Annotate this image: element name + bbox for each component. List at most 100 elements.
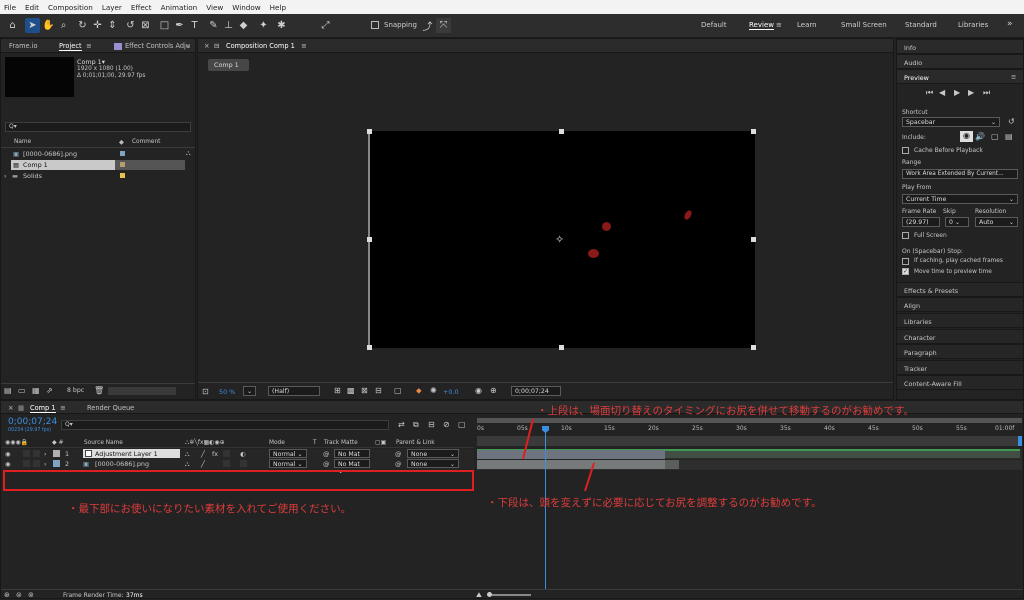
- timeline-current-time[interactable]: 0;00;07;24: [8, 417, 57, 427]
- full-screen-checkbox[interactable]: [902, 232, 909, 239]
- composition-panel-menu-icon[interactable]: ≡: [301, 42, 307, 50]
- parent-dropdown[interactable]: None ⌄: [407, 459, 459, 468]
- lock-icon[interactable]: ⊟: [214, 42, 220, 50]
- lock-toggle[interactable]: [33, 450, 40, 457]
- include-audio-icon[interactable]: 🔊: [975, 132, 985, 141]
- parent-pick-whip-icon[interactable]: @: [395, 460, 401, 468]
- zoom-value[interactable]: 50 %: [219, 388, 235, 396]
- menu-layer[interactable]: Layer: [102, 3, 122, 12]
- channel-icon[interactable]: ▢: [394, 386, 402, 395]
- label-color-swatch[interactable]: [120, 173, 125, 178]
- snap-edges-icon[interactable]: ⤧: [436, 18, 451, 33]
- project-panel-menu-icon[interactable]: ≡: [86, 42, 92, 50]
- track-matte-dropdown[interactable]: No Mat ⌄: [334, 449, 370, 465]
- grid-icon[interactable]: ⊟: [375, 386, 382, 395]
- zoom-dropdown[interactable]: ⌄: [243, 386, 256, 396]
- include-video-icon[interactable]: ◉: [960, 131, 973, 142]
- track-matte-dropdown[interactable]: No Mat ⌄: [334, 459, 370, 475]
- chevron-right-icon[interactable]: ›: [4, 172, 7, 180]
- shy-switch-icon[interactable]: ⛬: [185, 450, 189, 459]
- eraser-tool-icon[interactable]: ◆: [236, 18, 251, 33]
- visibility-eye-icon[interactable]: ◉: [5, 450, 11, 458]
- axis-mode-icon[interactable]: ⤢: [318, 18, 333, 33]
- timeline-menu-icon[interactable]: ≡: [60, 404, 66, 412]
- preview-panel-header[interactable]: Preview: [897, 69, 1023, 84]
- play-from-dropdown[interactable]: Current Time ⌄: [902, 194, 1018, 204]
- home-icon[interactable]: ⌂: [5, 18, 20, 33]
- adjustment-switch-icon[interactable]: ◐: [240, 450, 246, 458]
- menu-effect[interactable]: Effect: [131, 3, 152, 12]
- anchor-point-icon[interactable]: ⊠: [138, 18, 153, 33]
- thumbnail-size-slider[interactable]: [108, 387, 176, 395]
- menu-animation[interactable]: Animation: [161, 3, 198, 12]
- include-overlay-icon[interactable]: ▢: [991, 132, 999, 141]
- column-parent-link[interactable]: Parent & Link: [396, 440, 435, 446]
- toggle-modes-icon[interactable]: ⊚: [28, 591, 34, 599]
- next-frame-icon[interactable]: ▶︎: [968, 88, 974, 97]
- column-name[interactable]: Name: [14, 139, 31, 145]
- work-area-end-handle[interactable]: [1018, 436, 1022, 446]
- info-panel-header[interactable]: Info: [897, 39, 1023, 54]
- always-preview-icon[interactable]: ⊡: [202, 387, 209, 396]
- mode-dropdown[interactable]: Normal ⌄: [269, 459, 307, 468]
- solo-toggle[interactable]: [23, 460, 30, 467]
- tab-render-queue[interactable]: Render Queue: [87, 404, 134, 412]
- close-icon[interactable]: ×: [8, 404, 14, 412]
- column-t[interactable]: T: [313, 440, 317, 446]
- menu-edit[interactable]: Edit: [25, 3, 39, 12]
- character-header[interactable]: Character: [897, 329, 1023, 344]
- first-frame-icon[interactable]: ⏮: [926, 88, 933, 98]
- transform-handle[interactable]: [367, 129, 372, 134]
- paragraph-header[interactable]: Paragraph: [897, 344, 1023, 359]
- workspace-learn[interactable]: Learn: [797, 21, 817, 29]
- time-navigator[interactable]: [477, 418, 1022, 423]
- work-area-bar[interactable]: [477, 436, 1022, 446]
- lock-toggle[interactable]: [33, 460, 40, 467]
- draft-3d-icon[interactable]: ▢: [458, 420, 466, 429]
- resolution-preview-dropdown[interactable]: Auto ⌄: [975, 217, 1018, 227]
- color-management-icon[interactable]: ⬥: [416, 386, 422, 396]
- tab-effect-controls[interactable]: Effect Controls Adju: [125, 42, 190, 50]
- comp-subtab[interactable]: Comp 1: [208, 59, 249, 71]
- track-matte-icon[interactable]: @: [323, 450, 329, 458]
- label-color-swatch[interactable]: [53, 460, 60, 467]
- shy-switch-icon[interactable]: ⛬: [185, 460, 189, 469]
- transform-handle[interactable]: [559, 129, 564, 134]
- previous-frame-icon[interactable]: ◀︎: [939, 88, 945, 97]
- selection-tool-icon[interactable]: ➤: [25, 18, 40, 33]
- skip-dropdown[interactable]: 0 ⌄: [945, 217, 969, 227]
- reset-exposure-icon[interactable]: ✺: [430, 386, 437, 395]
- transform-handle[interactable]: [751, 237, 756, 242]
- delete-icon[interactable]: 🗑: [94, 386, 104, 395]
- flowchart-icon[interactable]: ⛬: [186, 149, 190, 158]
- chevron-right-icon[interactable]: ›: [44, 460, 47, 468]
- column-mode[interactable]: Mode: [269, 440, 285, 446]
- quality-switch-icon[interactable]: ╱: [201, 450, 205, 458]
- range-dropdown[interactable]: Work Area Extended By Current...: [902, 169, 1018, 179]
- bpc-button[interactable]: 8 bpc: [67, 387, 84, 394]
- mode-dropdown[interactable]: Normal ⌄: [269, 449, 307, 458]
- graph-editor-icon[interactable]: ⊘: [443, 420, 450, 429]
- parent-pick-whip-icon[interactable]: @: [395, 450, 401, 458]
- motion-blur-switch[interactable]: [223, 460, 230, 467]
- include-layer-controls-icon[interactable]: ▤: [1005, 132, 1013, 141]
- workspace-review[interactable]: Review: [749, 21, 774, 30]
- list-item[interactable]: ▣ [0000-0686].png: [1, 149, 185, 159]
- anchor-point-icon[interactable]: ✧: [555, 233, 564, 246]
- chevron-right-icon[interactable]: ›: [44, 450, 47, 458]
- pan-camera-icon[interactable]: ✛: [90, 18, 105, 33]
- audio-panel-header[interactable]: Audio: [897, 54, 1023, 69]
- workspace-small-screen[interactable]: Small Screen: [841, 21, 887, 29]
- workspace-standard[interactable]: Standard: [905, 21, 937, 29]
- timeline-search-input[interactable]: Q▾: [61, 420, 389, 430]
- brush-tool-icon[interactable]: ✎: [206, 18, 221, 33]
- menu-composition[interactable]: Composition: [48, 3, 93, 12]
- snapping-checkbox[interactable]: [371, 21, 379, 29]
- quality-switch-icon[interactable]: ╱: [201, 460, 205, 468]
- effects-presets-header[interactable]: Effects & Presets: [897, 282, 1023, 297]
- project-settings-icon[interactable]: ⇗: [46, 386, 53, 395]
- tab-composition[interactable]: Composition Comp 1: [226, 42, 295, 50]
- rectangle-tool-icon[interactable]: □: [157, 18, 172, 33]
- menu-file[interactable]: File: [4, 3, 16, 12]
- orbit-camera-icon[interactable]: ↻: [75, 18, 90, 33]
